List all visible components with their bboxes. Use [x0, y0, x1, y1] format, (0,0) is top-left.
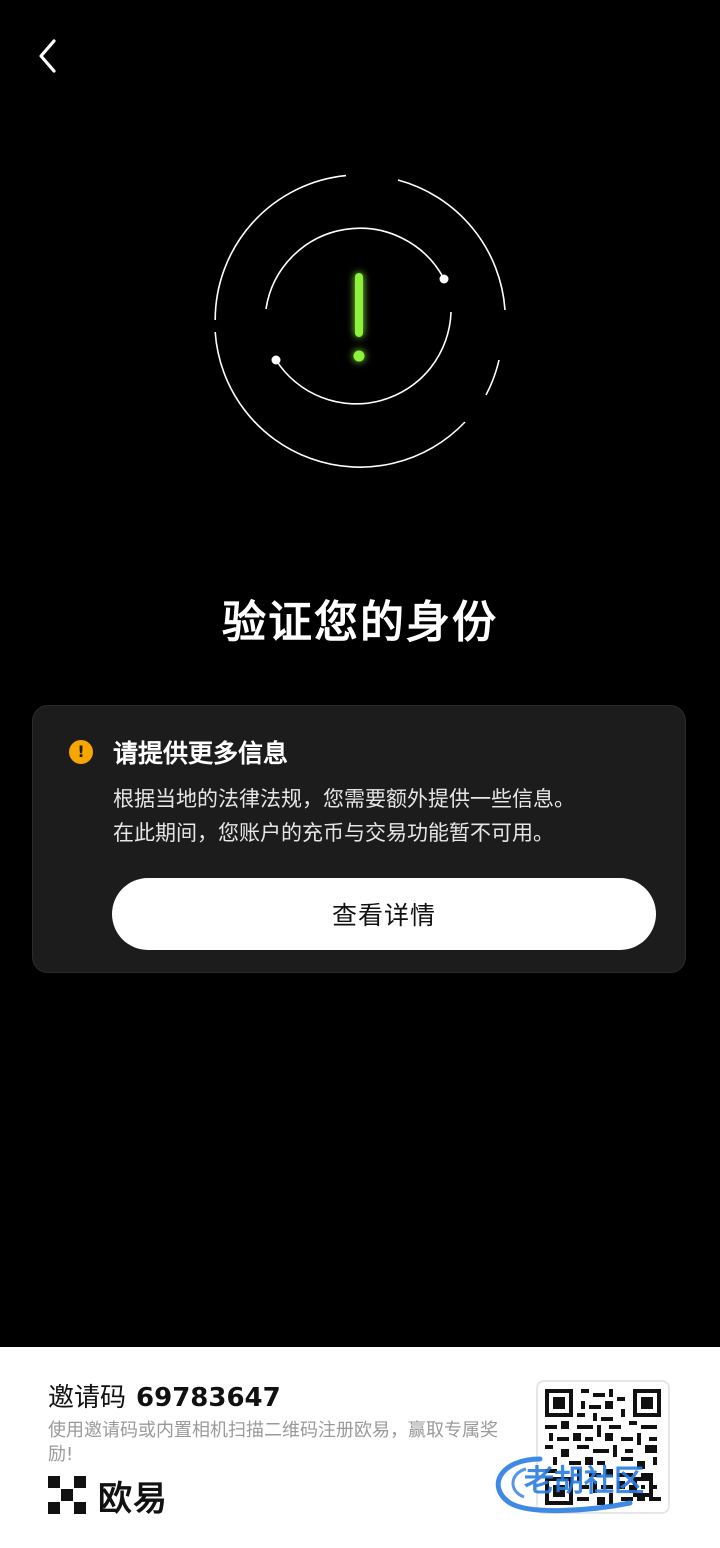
verification-illustration: [210, 170, 510, 470]
exclamation-icon: [353, 273, 365, 362]
notice-body-line: 在此期间，您账户的充币与交易功能暂不可用。: [113, 821, 554, 845]
invite-description: 使用邀请码或内置相机扫描二维码注册欧易，赢取专属奖励!: [48, 1420, 498, 1465]
notice-body-line: 根据当地的法律法规，您需要额外提供一些信息。: [113, 787, 575, 811]
brand-name: 欧易: [98, 1478, 168, 1519]
chevron-left-icon: [39, 39, 56, 73]
invite-code-line: 邀请码 69783647: [48, 1377, 281, 1414]
invite-code: 69783647: [136, 1383, 281, 1413]
notice-card: ! 请提供更多信息 根据当地的法律法规，您需要额外提供一些信息。 在此期间，您账…: [32, 705, 686, 973]
alert-rings-graphic: [214, 174, 506, 468]
back-button[interactable]: [28, 30, 72, 80]
notice-body: 根据当地的法律法规，您需要额外提供一些信息。 在此期间，您账户的充币与交易功能暂…: [113, 782, 653, 850]
page-title: 验证您的身份: [222, 597, 498, 648]
invite-label: 邀请码: [48, 1383, 127, 1413]
notice-title: 请提供更多信息: [113, 739, 289, 768]
watermark-logo: 老胡社区: [495, 1456, 644, 1514]
view-details-button[interactable]: 查看详情: [112, 878, 656, 950]
invite-footer: 邀请码 69783647 使用邀请码或内置相机扫描二维码注册欧易，赢取专属奖励! …: [0, 1347, 720, 1548]
okx-logo-icon: [48, 1476, 86, 1514]
watermark-text: 老胡社区: [524, 1464, 644, 1499]
warning-icon: !: [69, 740, 93, 764]
brand: 欧易: [48, 1475, 168, 1519]
